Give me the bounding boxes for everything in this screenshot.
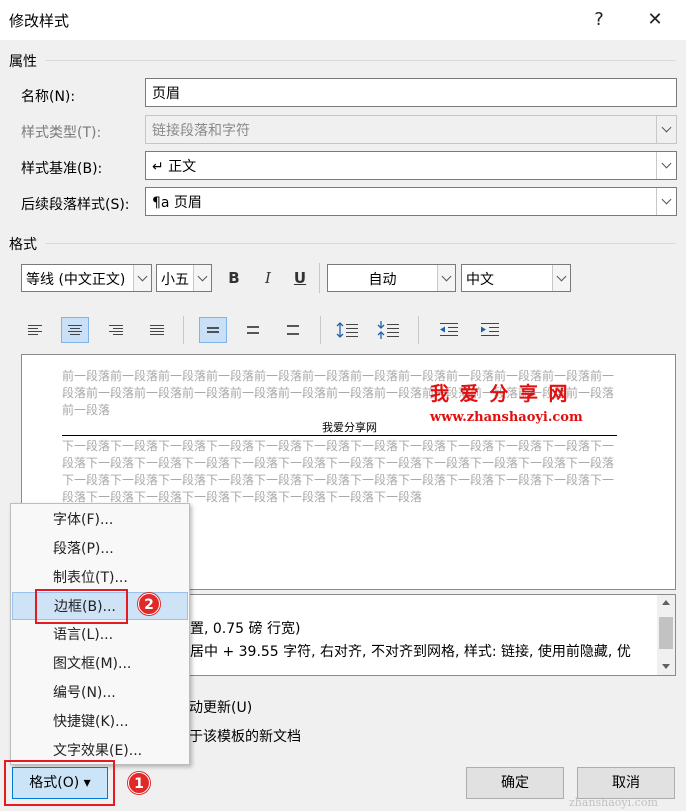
increase-spacing-icon — [336, 322, 358, 338]
one-half-spacing-button[interactable] — [239, 317, 267, 343]
justify-icon — [150, 325, 164, 335]
next-paragraph-text: 下一段落下一段落下一段落下一段落下一段落下一段落下一段落下一段落下一段落下一段落… — [62, 439, 615, 504]
align-right-button[interactable] — [102, 317, 130, 343]
decrease-indent-button[interactable] — [435, 317, 463, 343]
increase-indent-icon — [481, 323, 499, 336]
dialog-title: 修改样式 — [9, 12, 70, 30]
double-spacing-icon — [287, 325, 299, 335]
menu-item-language[interactable]: 语言(L)... — [12, 621, 188, 649]
watermark-url: www.zhanshaoyi.com — [430, 410, 583, 425]
chevron-down-icon — [656, 116, 676, 143]
decrease-spacing-icon — [377, 321, 399, 339]
font-size-value: 小五 — [161, 272, 189, 288]
cancel-button[interactable]: 取消 — [577, 767, 675, 799]
style-type-value: 链接段落和字符 — [152, 123, 250, 139]
auto-update-checkbox-label[interactable]: 动更新(U) — [189, 697, 252, 717]
double-spacing-button[interactable] — [279, 317, 307, 343]
chevron-down-icon — [437, 265, 455, 291]
title-bar: 修改样式 ? ✕ — [0, 0, 686, 40]
single-spacing-icon — [207, 327, 219, 333]
new-documents-option-label[interactable]: 于该模板的新文档 — [189, 726, 301, 746]
based-on-value: ↵ 正文 — [152, 159, 197, 175]
chevron-down-icon — [656, 188, 676, 215]
language-value: 中文 — [466, 272, 494, 288]
language-select[interactable]: 中文 — [461, 264, 571, 292]
divider — [319, 263, 320, 293]
properties-section-label: 属性 — [9, 54, 37, 70]
border-line — [62, 435, 617, 436]
scroll-up-icon — [662, 600, 670, 605]
divider — [183, 316, 184, 344]
based-on-label: 样式基准(B): — [21, 161, 103, 177]
menu-item-numbering[interactable]: 编号(N)... — [12, 679, 188, 707]
chevron-down-icon — [656, 152, 676, 179]
decrease-indent-icon — [440, 323, 458, 336]
scroll-down-icon — [662, 664, 670, 669]
menu-item-font[interactable]: 字体(F)... — [12, 506, 188, 534]
chevron-down-icon — [552, 265, 570, 291]
name-field[interactable]: 页眉 — [145, 78, 677, 107]
font-color-value: 自动 — [368, 272, 397, 288]
align-left-icon — [28, 325, 42, 335]
annotation-badge: 1 — [128, 772, 150, 794]
menu-item-tabs[interactable]: 制表位(T)... — [12, 564, 188, 592]
watermark-title: 我 爱 分 享 网 — [430, 383, 570, 405]
annotation-highlight — [4, 760, 115, 806]
chevron-down-icon — [133, 265, 151, 291]
scrollbar[interactable] — [657, 595, 675, 675]
menu-item-shortcut-key[interactable]: 快捷键(K)... — [12, 708, 188, 736]
format-section-label: 格式 — [9, 237, 37, 253]
font-select[interactable]: 等线 (中文正文) — [21, 264, 152, 292]
single-spacing-button[interactable] — [199, 317, 227, 343]
bold-button[interactable]: B — [221, 266, 247, 290]
next-style-select[interactable]: ¶a 页眉 — [145, 187, 677, 216]
annotation-badge: 2 — [138, 593, 160, 615]
scroll-thumb[interactable] — [659, 617, 673, 649]
font-value: 等线 (中文正文) — [26, 272, 126, 288]
style-type-label: 样式类型(T): — [21, 125, 102, 141]
based-on-select[interactable]: ↵ 正文 — [145, 151, 677, 180]
divider — [320, 316, 321, 344]
italic-button[interactable]: I — [255, 266, 281, 290]
next-style-label: 后续段落样式(S): — [21, 197, 130, 213]
close-button[interactable]: ✕ — [640, 6, 670, 34]
font-size-select[interactable]: 小五 — [156, 264, 212, 292]
name-field-value: 页眉 — [152, 86, 180, 102]
underline-button[interactable]: U — [287, 266, 313, 290]
site-footer: zhanshaoyi.com — [569, 796, 658, 809]
next-style-value: ¶a 页眉 — [152, 195, 202, 211]
description-line: 置, 0.75 磅 行宽) — [190, 621, 301, 637]
ok-button[interactable]: 确定 — [466, 767, 564, 799]
align-center-icon — [68, 325, 82, 335]
divider — [418, 316, 419, 344]
space-before-button[interactable] — [334, 317, 362, 343]
chevron-down-icon — [193, 265, 211, 291]
name-label: 名称(N): — [21, 89, 76, 105]
align-left-button[interactable] — [21, 317, 49, 343]
menu-item-paragraph[interactable]: 段落(P)... — [12, 535, 188, 563]
format-menu: 字体(F)... 段落(P)... 制表位(T)... 边框(B)... 语言(… — [10, 503, 190, 765]
font-color-select[interactable]: 自动 — [327, 264, 456, 292]
align-right-icon — [109, 325, 123, 335]
style-type-select[interactable]: 链接段落和字符 — [145, 115, 677, 144]
space-after-button[interactable] — [375, 317, 403, 343]
justify-button[interactable] — [143, 317, 171, 343]
divider — [46, 243, 676, 244]
increase-indent-button[interactable] — [476, 317, 504, 343]
help-button[interactable]: ? — [584, 6, 614, 34]
annotation-highlight — [35, 589, 128, 624]
menu-item-frame[interactable]: 图文框(M)... — [12, 650, 188, 678]
description-line: 居中 + 39.55 字符, 右对齐, 不对齐到网格, 样式: 链接, 使用前隐… — [190, 644, 631, 660]
align-center-button[interactable] — [61, 317, 89, 343]
divider — [46, 60, 676, 61]
one-half-spacing-icon — [247, 326, 259, 334]
